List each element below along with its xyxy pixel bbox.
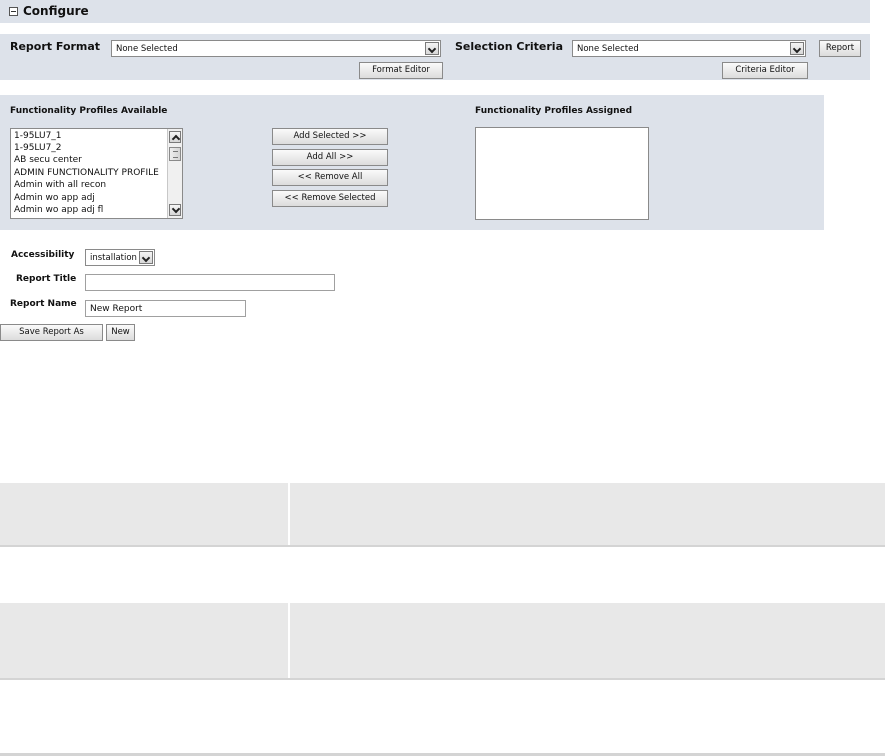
list-item[interactable]: 1-95LU7_1 <box>14 131 62 141</box>
profiles-available-label: Functionality Profiles Available <box>10 106 168 116</box>
scroll-down-icon[interactable] <box>169 204 181 216</box>
report-format-value: None Selected <box>116 44 178 54</box>
list-item[interactable]: Admin wo app adj fl <box>14 205 103 215</box>
list-item[interactable]: Admin with all recon <box>14 180 106 190</box>
list-item[interactable]: AB secu center <box>14 155 82 165</box>
add-selected-button[interactable]: Add Selected >> <box>272 128 388 145</box>
report-name-input[interactable] <box>85 300 246 317</box>
accessibility-label: Accessibility <box>11 250 75 260</box>
remove-all-button[interactable]: << Remove All <box>272 169 388 186</box>
chevron-down-icon[interactable] <box>790 42 804 55</box>
list-item[interactable]: ADMIN FUNCTIONALITY PROFILE <box>14 168 159 178</box>
profiles-available-list[interactable]: 1-95LU7_1 1-95LU7_2 AB secu center ADMIN… <box>10 128 183 219</box>
chevron-down-icon[interactable] <box>425 42 439 55</box>
save-report-as-button[interactable]: Save Report As <box>0 324 103 341</box>
accessibility-value: installation <box>90 253 137 263</box>
criteria-editor-button[interactable]: Criteria Editor <box>722 62 808 79</box>
column-divider <box>288 483 290 546</box>
table-row <box>0 603 885 679</box>
selection-criteria-value: None Selected <box>577 44 639 54</box>
collapse-icon[interactable] <box>9 7 18 16</box>
remove-selected-button[interactable]: << Remove Selected <box>272 190 388 207</box>
report-format-label: Report Format <box>10 40 101 53</box>
scroll-thumb[interactable] <box>169 147 181 161</box>
report-format-select[interactable]: None Selected <box>111 40 441 57</box>
row-divider <box>0 545 885 547</box>
format-editor-button[interactable]: Format Editor <box>359 62 443 79</box>
column-divider <box>288 603 290 679</box>
configure-header: Configure <box>0 0 870 23</box>
chevron-down-icon[interactable] <box>139 251 153 264</box>
list-item[interactable]: 1-95LU7_2 <box>14 143 62 153</box>
report-title-label: Report Title <box>16 274 77 284</box>
report-title-input[interactable] <box>85 274 335 291</box>
table-row <box>0 483 885 546</box>
configure-title: Configure <box>23 4 89 18</box>
accessibility-select[interactable]: installation <box>85 249 155 266</box>
new-report-button[interactable]: New <box>106 324 135 341</box>
selection-criteria-label: Selection Criteria <box>455 40 563 53</box>
report-selection-panel: Report Format None Selected Format Edito… <box>0 34 870 80</box>
list-item[interactable]: Admin wo app adj <box>14 193 95 203</box>
report-button[interactable]: Report <box>819 40 861 57</box>
functionality-profiles-panel: Functionality Profiles Available Functio… <box>0 95 824 230</box>
profiles-assigned-list[interactable] <box>475 127 649 220</box>
add-all-button[interactable]: Add All >> <box>272 149 388 166</box>
profiles-assigned-label: Functionality Profiles Assigned <box>475 106 633 116</box>
report-name-label: Report Name <box>10 299 77 309</box>
scroll-up-icon[interactable] <box>169 131 181 143</box>
list-scrollbar[interactable] <box>167 129 182 218</box>
row-divider <box>0 678 885 680</box>
selection-criteria-select[interactable]: None Selected <box>572 40 806 57</box>
